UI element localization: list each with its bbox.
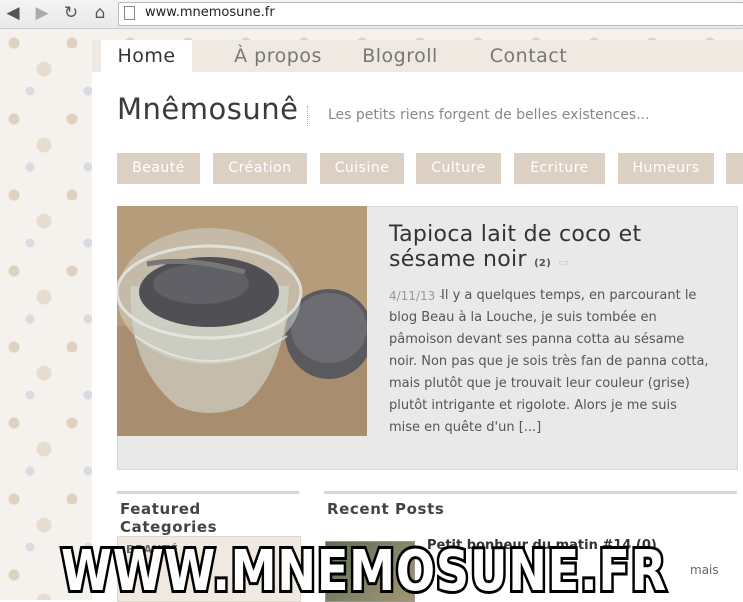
forward-icon[interactable]: ▶ [31,3,53,23]
nav-contact[interactable]: Contact [466,40,591,72]
comment-count[interactable]: (2) [534,258,551,269]
back-icon[interactable]: ◀ [2,3,24,23]
watermark-text-graphic: WWW.MNEMOSUNE.FR [58,538,669,600]
category-overflow[interactable] [726,153,743,184]
site-title[interactable]: Mnêmosunê [117,92,298,126]
category-cuisine[interactable]: Cuisine [320,153,404,184]
home-icon[interactable]: ⌂ [89,3,111,23]
main-nav: Home À propos Blogroll Contact [92,40,743,72]
browser-toolbar: ◀ ▶ ↻ ⌂ www.mnemosune.fr [0,0,743,29]
featured-post-title-text[interactable]: Tapioca lait de coco et sésame noir [389,222,641,272]
site-tagline: Les petits riens forgent de belles exist… [328,107,650,123]
watermark-text: WWW.MNEMOSUNE.FR [61,539,667,600]
recent-post-excerpt: mais [690,563,719,577]
nav-blogroll[interactable]: Blogroll [342,40,458,72]
featured-categories-header: Featured Categories [117,491,299,536]
recent-posts-heading: Recent Posts [327,500,445,518]
nav-a-propos[interactable]: À propos [210,40,346,72]
watermark: WWW.MNEMOSUNE.FR [54,538,674,600]
featured-categories-heading: Featured Categories [120,500,218,536]
featured-post-title[interactable]: Tapioca lait de coco et sésame noir (2) … [389,222,719,276]
comment-icon: ▭ [558,256,570,269]
category-beaute[interactable]: Beauté [117,153,200,184]
featured-post-image[interactable] [117,206,367,436]
category-humeurs[interactable]: Humeurs [618,153,714,184]
address-bar-url[interactable]: www.mnemosune.fr [145,5,275,20]
title-divider [307,106,309,126]
category-ecriture[interactable]: Ecriture [514,153,605,184]
nav-home[interactable]: Home [101,40,192,72]
page-icon [124,6,135,20]
featured-post-excerpt: Il y a quelques temps, en parcourant le … [389,288,709,435]
category-creation[interactable]: Création [213,153,307,184]
address-bar[interactable]: www.mnemosune.fr [118,2,743,26]
reload-icon[interactable]: ↻ [60,3,82,23]
recent-posts-header: Recent Posts [324,491,737,519]
tapioca-photo [117,206,367,436]
category-culture[interactable]: Culture [416,153,501,184]
